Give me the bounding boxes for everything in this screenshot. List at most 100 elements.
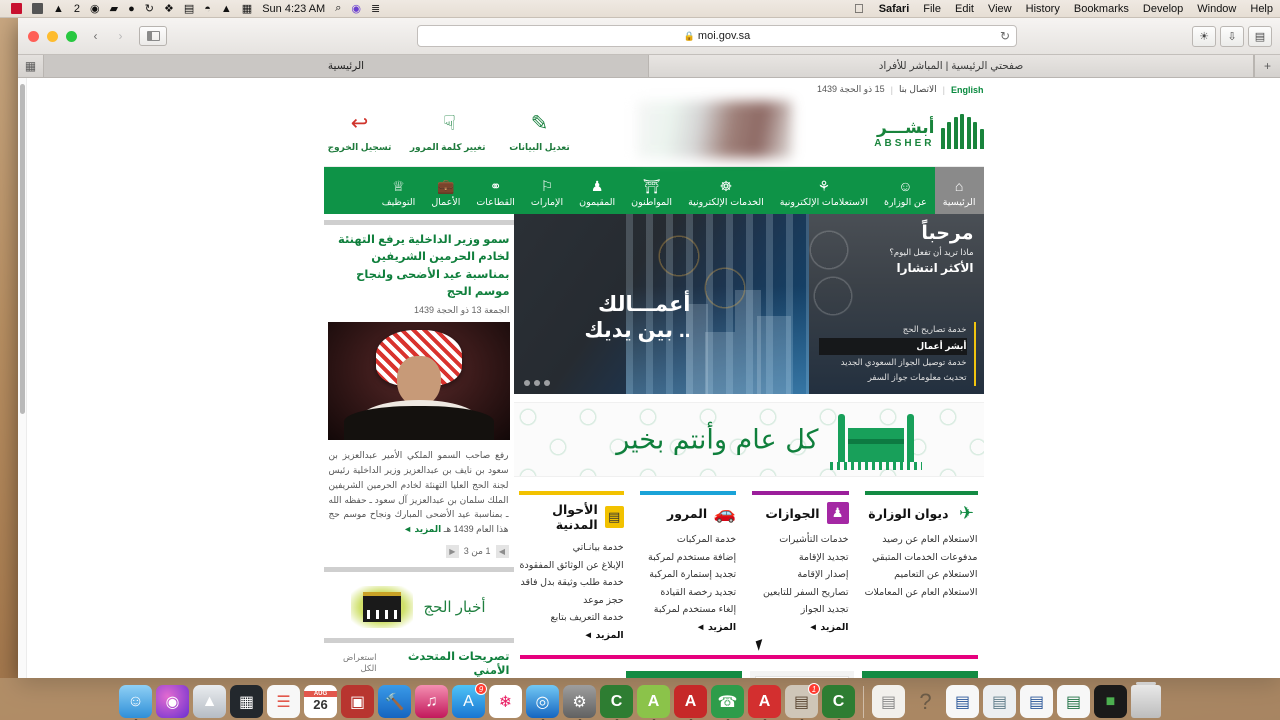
nav-item-emirates[interactable]: ⚐ الإمارات <box>523 167 571 214</box>
popular-item-absher-business[interactable]: أبشر أعمال <box>818 337 967 355</box>
maximize-button[interactable] <box>66 30 77 42</box>
registration-centers-card[interactable]: مراكز التسجيل والتفعيل <box>625 670 742 678</box>
dock-item-itunes[interactable]: ♫ <box>415 685 448 718</box>
dock-item-trash[interactable] <box>1131 682 1161 718</box>
absher-logo[interactable]: أبشـــر ABSHER <box>874 113 984 149</box>
hajj-news-block[interactable]: أخبار الحج <box>324 580 514 638</box>
service-link[interactable]: خدمة المركبات <box>640 531 736 549</box>
film-icon[interactable] <box>27 3 48 14</box>
scanner-icon[interactable]: ▰ <box>105 2 123 15</box>
address-bar[interactable]: 🔒 moi.gov.sa ↻ <box>417 25 1017 47</box>
search-icon[interactable]: ⌕ <box>330 2 346 15</box>
service-link[interactable]: خدمة بيانـاتي <box>519 539 624 557</box>
nav-item-citizens[interactable]: ⛩ المواطنون <box>623 167 680 214</box>
dock-stack-unknown-document[interactable]: ? <box>909 685 942 718</box>
dock-item-launchpad[interactable]: ▲ <box>193 685 226 718</box>
service-link[interactable]: الإبلاغ عن الوثائق المفقودة <box>519 557 623 575</box>
nav-item-business[interactable]: 💼 الأعمال <box>423 167 468 214</box>
service-link[interactable]: خدمات التأشيرات <box>752 531 848 549</box>
service-link[interactable]: تجديد رخصة القيادة <box>640 584 736 602</box>
dock-item-photos[interactable]: ❄ <box>489 685 522 718</box>
service-link[interactable]: تجديد الإقامة <box>752 549 849 567</box>
downloads-icon[interactable]: ⇩ <box>1220 25 1244 47</box>
news-more-link[interactable]: المزيد ◄ <box>403 524 441 534</box>
dock-item-calibre-library[interactable]: C <box>822 685 855 720</box>
service-link[interactable]: الاستعلام عن التعاميم <box>865 566 977 584</box>
menu-view[interactable]: View <box>981 3 1019 15</box>
menu-history[interactable]: History <box>1019 3 1067 15</box>
new-tab-icon[interactable]: ▦ <box>18 55 44 77</box>
spinner-icon[interactable]: ◉ <box>85 2 105 15</box>
green-app-icon[interactable]: ● <box>123 3 140 15</box>
plus-icon[interactable]: + <box>1254 55 1280 77</box>
next-arrow-icon[interactable]: ▶ <box>445 545 459 559</box>
menu-safari[interactable]: Safari <box>872 3 917 15</box>
hero-carousel-dots[interactable] <box>523 380 550 386</box>
sidebar-icon[interactable] <box>139 26 167 46</box>
news-headline[interactable]: سمو وزير الداخلية يرفع التهنئة لخادم الح… <box>324 232 514 301</box>
nav-item-residents[interactable]: ♟ المقيمون <box>571 167 623 214</box>
battery-icon[interactable]: ▤ <box>179 2 199 15</box>
nav-item-about-ministry[interactable]: ☺ عن الوزارة <box>876 167 935 214</box>
menu-file[interactable]: File <box>916 3 948 15</box>
spokesman-view-all[interactable]: استعراض الكل <box>328 652 376 674</box>
menu-window[interactable]: Window <box>1190 3 1243 15</box>
bluetooth-off-icon[interactable]: ❖ <box>159 2 179 15</box>
dock-item-safari[interactable]: ◎ <box>526 685 559 720</box>
dock-item-photo-booth[interactable]: ▣ <box>341 685 374 718</box>
forward-chevron-icon[interactable]: › <box>108 26 133 46</box>
hero-image-panel[interactable]: أعمـــالك .. بين يديك <box>513 214 809 394</box>
service-link[interactable]: تجديد الجواز <box>752 601 849 619</box>
dock-item-system-preferences[interactable]: ⚙ <box>563 685 596 720</box>
dock-stack-word-document-2[interactable]: ▤ <box>1020 685 1053 718</box>
edit-data-button[interactable]: ✎ تعديل البيانات <box>504 109 576 153</box>
dock-item-calendar[interactable]: AUG 26 <box>304 685 337 718</box>
column-more-link[interactable]: المزيد ◄ <box>519 627 623 641</box>
nav-item-sectors[interactable]: ⚭ القطاعات <box>468 167 523 214</box>
dock-stack-spreadsheet-preview[interactable]: ▤ <box>983 685 1016 718</box>
dock-item-acrobat-reader[interactable]: A <box>674 685 707 720</box>
service-link[interactable]: حجز موعد <box>519 592 624 610</box>
service-link[interactable]: تصاريح السفر للتابعين <box>752 584 849 602</box>
service-link[interactable]: تجديد إستمارة المركبة <box>640 566 736 584</box>
eject-icon[interactable]: ▲ <box>216 3 237 15</box>
close-button[interactable] <box>28 30 39 42</box>
tab-alraisiyya[interactable]: الرئيسية <box>44 55 649 77</box>
service-link[interactable]: الاستعلام العام عن المعاملات <box>865 584 978 602</box>
popular-item-passport-update[interactable]: تحديث معلومات جواز السفر <box>819 370 967 386</box>
column-more-link[interactable]: المزيد ◄ <box>752 619 848 633</box>
popular-item-passport-delivery[interactable]: خدمة توصيل الجواز السعودي الجديد <box>819 355 967 371</box>
tab-overview-icon[interactable]: ▤ <box>1248 25 1272 47</box>
dock-item-finder[interactable]: ☺ <box>119 685 152 720</box>
service-link[interactable]: الاستعلام العام عن رصيد <box>865 531 977 549</box>
dock-item-siri[interactable]: ◉ <box>156 685 189 718</box>
service-link[interactable]: خدمة التعريف بتابع <box>519 609 624 627</box>
minimize-button[interactable] <box>47 30 58 42</box>
share-icon[interactable]: ☀ <box>1192 25 1216 47</box>
column-more-link[interactable]: المزيد ◄ <box>640 619 736 633</box>
prev-arrow-icon[interactable]: ◀ <box>495 545 509 559</box>
service-link[interactable]: إضافة مستخدم لمركبة <box>640 549 736 567</box>
dock-item-calibre[interactable]: C <box>600 685 633 720</box>
dock-stack-pdf-document[interactable]: ▤ <box>872 685 905 718</box>
dock-item-android-studio[interactable]: A <box>637 685 670 720</box>
book-appointment-card[interactable]: احجز موعداً حدد موعدك مع أحد <box>861 670 978 678</box>
dock-item-app-store[interactable]: A9 <box>452 683 487 718</box>
menu-edit[interactable]: Edit <box>948 3 981 15</box>
vertical-scrollbar[interactable] <box>18 78 27 678</box>
tab-safhati-alraisiyya[interactable]: صفحتي الرئيسية | المباشر للأفراد <box>649 55 1254 77</box>
dock-item-reminders[interactable]: ☰ <box>267 685 300 718</box>
popular-item-hajj-permits[interactable]: خدمة تصاريح الحج <box>819 322 967 338</box>
change-password-button[interactable]: ☟ تغيير كلمة المرور <box>410 109 486 153</box>
dock-item-xcode[interactable]: 🔨 <box>378 685 411 718</box>
menubar-clock[interactable]: Sun 4:23 AM <box>257 3 330 15</box>
reload-icon[interactable]: ↻ <box>1000 29 1010 43</box>
dock-item-archive-folder[interactable]: ▤ 1 <box>785 683 820 720</box>
adobe-a-icon[interactable]: ▲ <box>48 3 69 15</box>
contact-us-link[interactable]: الاتصال بنا <box>899 84 937 95</box>
dock-stack-terminal-window[interactable]: ■ <box>1094 685 1127 718</box>
language-switch-english[interactable]: English <box>951 85 984 95</box>
service-link[interactable]: خدمة طلب وثيقة بدل فاقد <box>519 574 624 592</box>
siri-icon[interactable]: ◉ <box>346 2 366 15</box>
keyboard-input-icon[interactable]: ▦ <box>237 2 257 15</box>
